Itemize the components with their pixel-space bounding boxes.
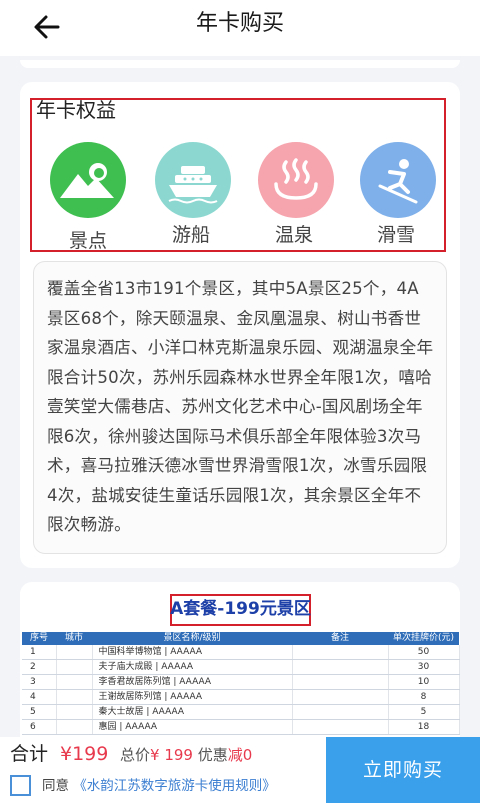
benefit-label-cruise: 游船	[171, 224, 210, 246]
benefit-label-scenic: 景点	[68, 230, 107, 252]
row-note	[292, 659, 389, 676]
agree-text: 同意 《水韵江苏数字旅游卡使用规则》	[42, 776, 276, 796]
row-price: 8	[388, 689, 460, 706]
benefit-label-ski: 滑雪	[376, 224, 415, 246]
row-name: 王谢故居陈列馆 | AAAAA	[92, 689, 293, 706]
row-city	[56, 674, 93, 691]
table-row: 4 王谢故居陈列馆 | AAAAA 8	[22, 689, 460, 706]
column-header-note: 备注	[292, 632, 388, 645]
discount-value: 0	[242, 746, 253, 764]
column-header-no: 序号	[22, 632, 56, 645]
cruise-ship-icon[interactable]	[155, 142, 231, 218]
column-header-name: 景区名称/级别	[92, 632, 292, 645]
skier-icon[interactable]	[360, 142, 436, 218]
table-row: 3 李香君故居陈列馆 | AAAAA 10	[22, 674, 460, 691]
row-note	[292, 674, 389, 691]
discount-label: 优惠	[197, 746, 228, 764]
row-no: 3	[22, 674, 57, 691]
total-price: ¥199	[60, 743, 109, 765]
benefits-description: 覆盖全省13市191个景区，其中5A景区25个，4A景区68个，除天颐温泉、金凤…	[33, 261, 447, 554]
row-name: 李香君故居陈列馆 | AAAAA	[92, 674, 293, 691]
price-summary: 总价¥ 199 优惠减0	[120, 743, 252, 767]
package-title: A套餐-199元景区	[170, 599, 311, 619]
original-price: ¥ 199	[150, 746, 193, 764]
table-row: 6 惠园 | AAAAA 18	[22, 719, 460, 736]
agree-checkbox[interactable]	[10, 775, 31, 796]
benefit-label-hotspring: 温泉	[274, 224, 313, 246]
discount-prefix: 减	[227, 746, 243, 764]
row-name: 夫子庙大成殿 | AAAAA	[92, 659, 293, 676]
row-price: 50	[388, 645, 460, 661]
table-row: 5 秦大士故居 | AAAAA 5	[22, 704, 460, 721]
row-name: 惠园 | AAAAA	[92, 719, 293, 736]
row-price: 10	[388, 674, 460, 691]
rules-link[interactable]: 《水韵江苏数字旅游卡使用规则》	[73, 778, 276, 794]
top-bar: 年卡购买	[0, 0, 480, 56]
row-no: 6	[22, 719, 57, 736]
row-price: 30	[388, 659, 460, 676]
row-price: 18	[388, 719, 460, 736]
benefits-title: 年卡权益	[36, 98, 116, 122]
row-city	[56, 719, 93, 736]
mountain-sun-icon[interactable]	[50, 142, 126, 218]
row-no: 4	[22, 689, 57, 706]
column-header-price: 单次挂牌价(元)	[388, 632, 459, 645]
row-note	[292, 689, 389, 706]
table-header-row: 序号 城市 景区名称/级别 备注 单次挂牌价(元)	[22, 632, 459, 645]
row-note	[292, 719, 389, 736]
hot-spring-icon[interactable]	[258, 142, 334, 218]
total-label: 合计	[10, 743, 49, 765]
row-city	[56, 704, 93, 721]
table-row: 2 夫子庙大成殿 | AAAAA 30	[22, 659, 460, 676]
row-note	[292, 704, 389, 721]
row-city	[56, 645, 93, 661]
row-note	[292, 645, 389, 661]
row-name: 秦大士故居 | AAAAA	[92, 704, 293, 721]
row-no: 5	[22, 704, 57, 721]
agree-prefix: 同意	[42, 778, 69, 794]
buy-now-button[interactable]: 立即购买	[326, 737, 480, 803]
row-city	[56, 659, 93, 676]
row-name: 中国科举博物馆 | AAAAA	[92, 645, 293, 661]
scenic-spot-table: 序号 城市 景区名称/级别 备注 单次挂牌价(元) 1 中国科举博物馆 | AA…	[22, 632, 460, 736]
row-no: 1	[22, 645, 57, 661]
original-label: 总价	[120, 746, 151, 764]
row-price: 5	[388, 704, 460, 721]
column-header-city: 城市	[56, 632, 92, 645]
row-no: 2	[22, 659, 57, 676]
row-city	[56, 689, 93, 706]
previous-card-bottom	[20, 60, 460, 68]
table-row: 1 中国科举博物馆 | AAAAA 50	[22, 645, 460, 661]
page-title: 年卡购买	[195, 11, 284, 36]
